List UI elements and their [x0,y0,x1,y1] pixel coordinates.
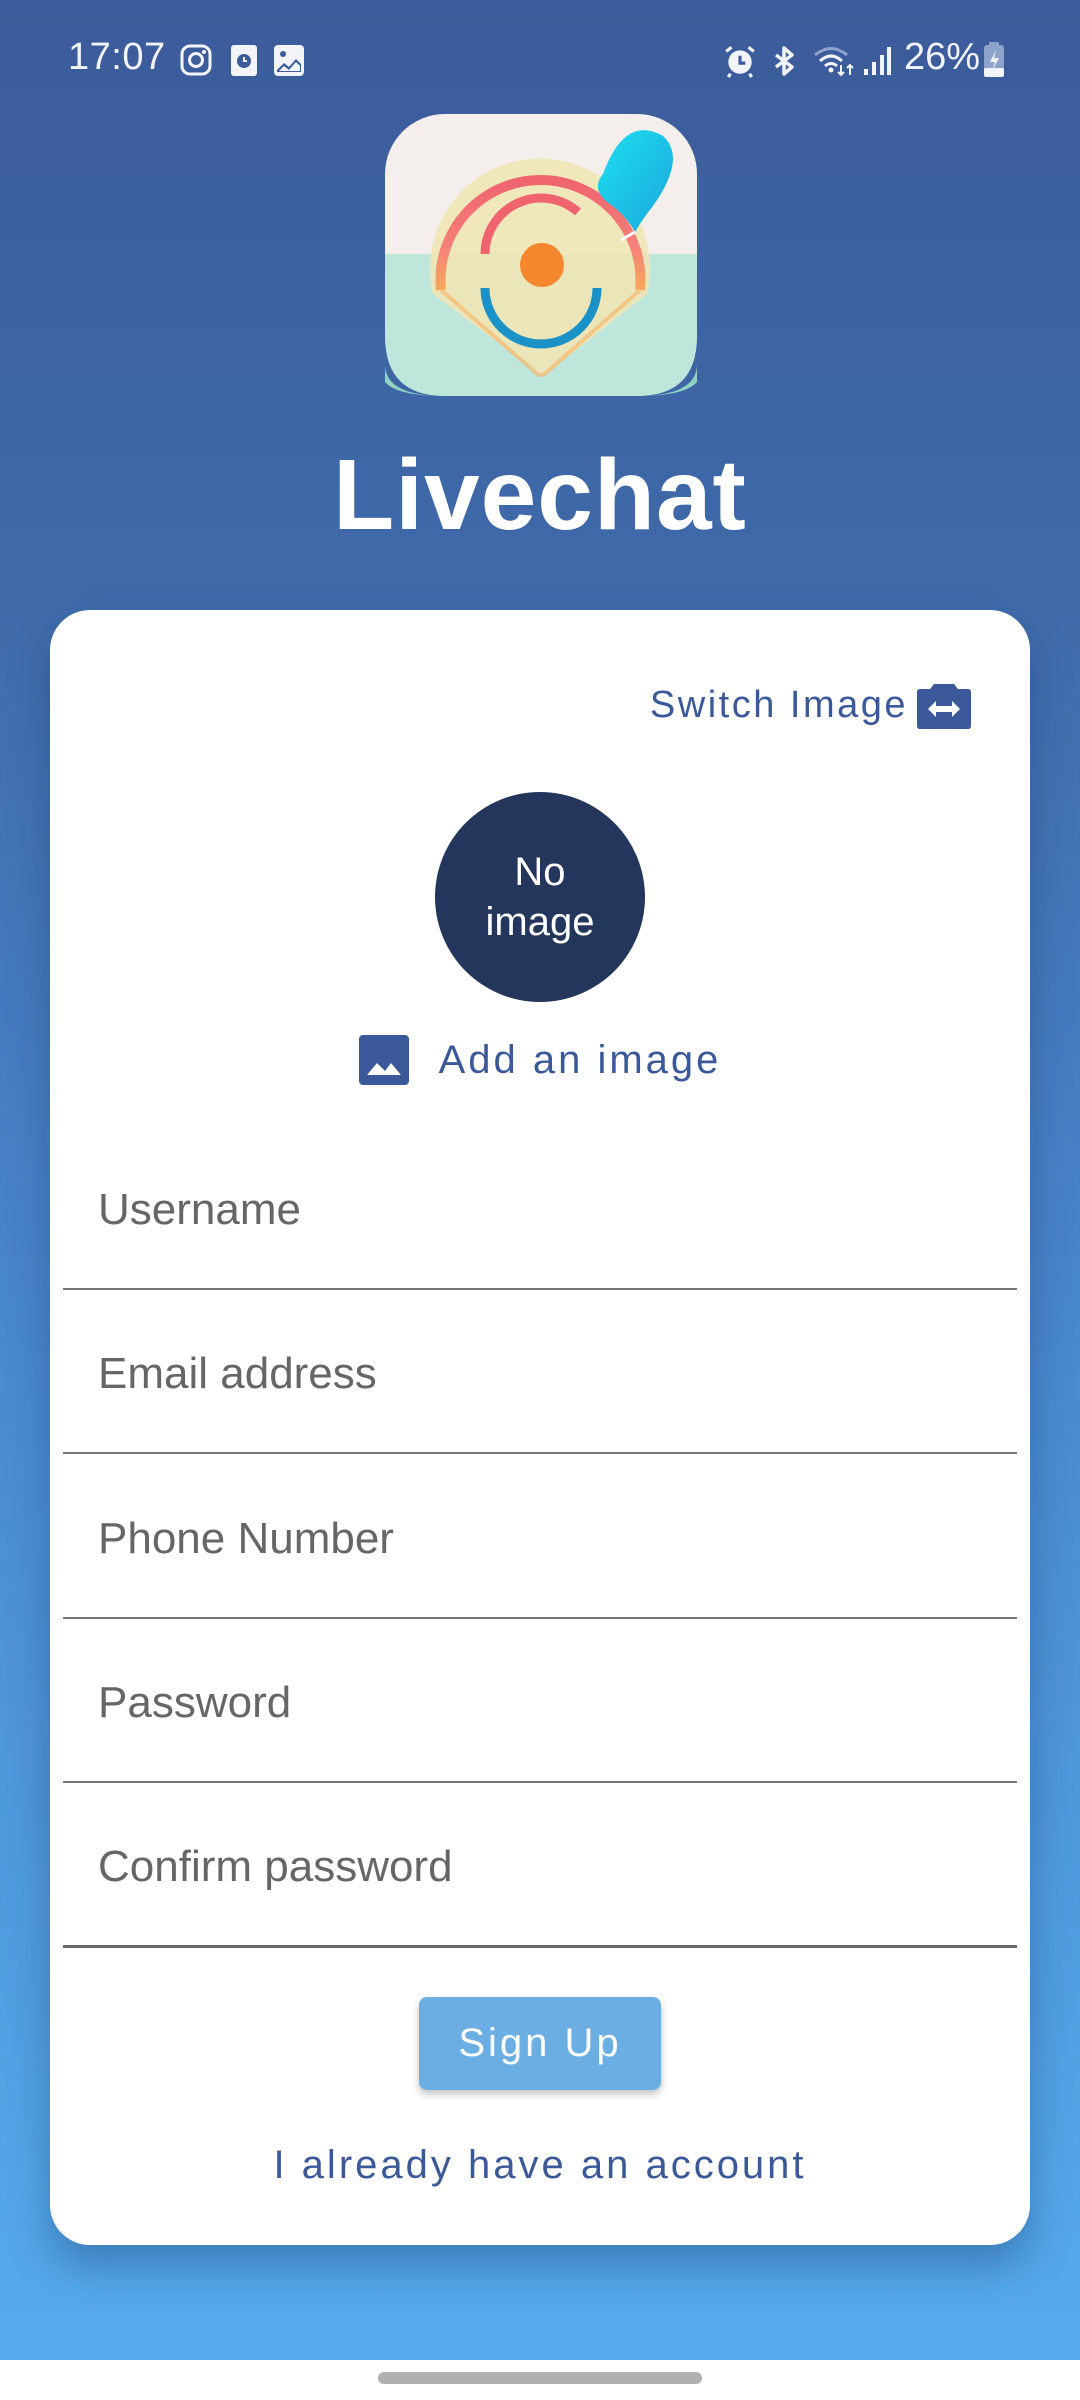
battery-percent: 26% [904,36,981,78]
email-input[interactable] [96,1348,980,1400]
status-time: 17:07 [68,36,166,78]
alarm-icon [725,45,755,78]
password-input[interactable] [96,1677,980,1729]
gallery-notification-icon [274,45,304,76]
bluetooth-icon [774,46,794,76]
switch-camera-icon [917,684,971,729]
instagram-icon [180,44,212,76]
phone-field[interactable] [63,1455,1017,1619]
add-image-button[interactable]: Add an image [50,1035,1030,1085]
avatar-placeholder[interactable]: No image [435,792,645,1002]
livechat-logo-icon [385,114,697,396]
confirm-password-input[interactable] [96,1841,980,1893]
signup-card: Switch Image No image Add an image Sign … [50,610,1030,2245]
status-bar: 17:07 26% [0,0,1080,120]
email-field[interactable] [63,1290,1017,1454]
username-input[interactable] [96,1184,980,1236]
image-icon [358,1035,409,1085]
switch-image-button[interactable]: Switch Image [650,680,972,730]
add-image-label: Add an image [438,1037,722,1082]
password-field[interactable] [63,1619,1017,1783]
clock-notification-icon [231,45,257,76]
avatar-placeholder-line2: image [485,900,595,944]
phone-input[interactable] [96,1513,980,1565]
confirm-password-field[interactable] [63,1784,1017,1948]
app-title: Livechat [333,439,747,551]
signup-button[interactable]: Sign Up [419,1997,661,2090]
signal-icon [864,47,891,75]
navigation-handle[interactable] [378,2372,702,2384]
battery-charging-icon [984,42,1004,77]
avatar-placeholder-line1: No [514,850,566,894]
wifi-icon [814,47,854,77]
switch-image-label: Switch Image [649,683,908,726]
login-link[interactable]: I already have an account [50,2143,1030,2188]
username-field[interactable] [63,1126,1017,1290]
